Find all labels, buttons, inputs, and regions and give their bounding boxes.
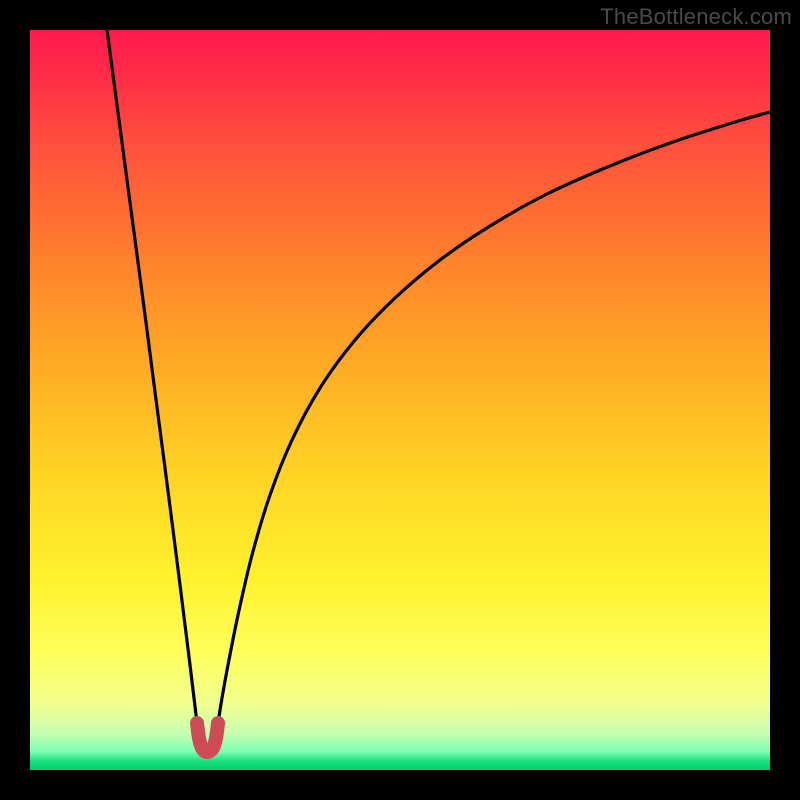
plot-area — [30, 30, 770, 770]
vertex-u-marker — [197, 723, 218, 752]
curve-right-branch — [218, 112, 770, 723]
chart-frame: TheBottleneck.com — [0, 0, 800, 800]
curve-svg — [30, 30, 770, 770]
watermark-text: TheBottleneck.com — [600, 4, 792, 30]
curve-left-branch — [107, 30, 197, 723]
